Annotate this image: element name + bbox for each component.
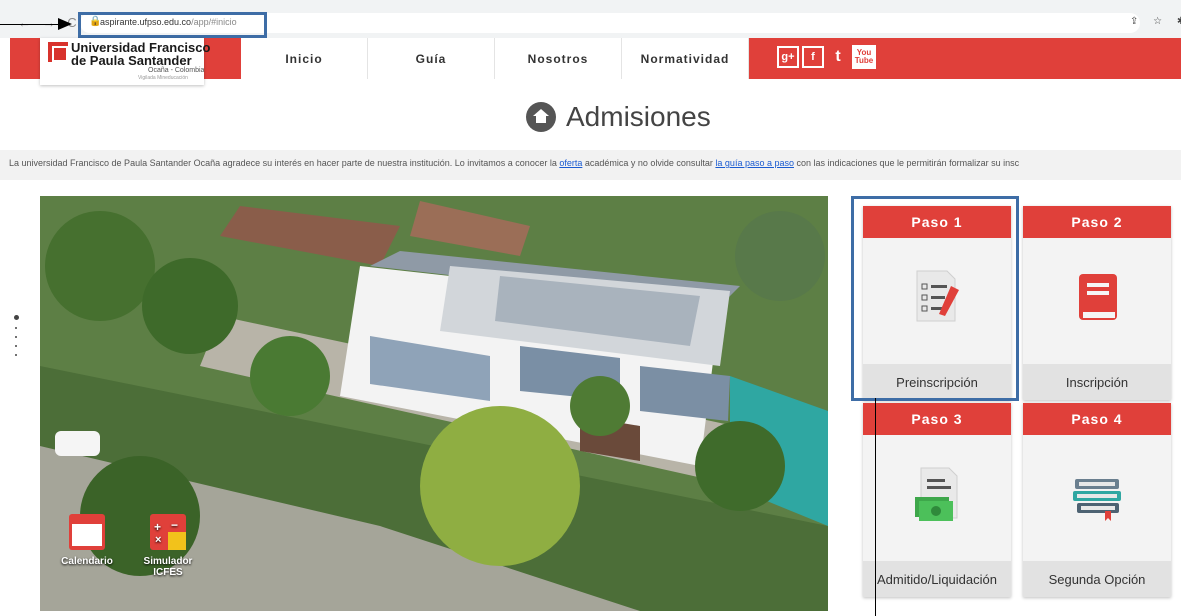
simulador-icfes-shortcut[interactable]: + − × Simulador ICFES (128, 514, 208, 578)
calendar-icon (69, 514, 105, 550)
indicator-dot[interactable] (15, 336, 17, 338)
paso-2-label: Inscripción (1023, 364, 1171, 400)
paso-4-label: Segunda Opción (1023, 561, 1171, 597)
guia-link[interactable]: la guía paso a paso (715, 158, 794, 168)
facebook-icon[interactable]: f (802, 46, 824, 68)
intro-text: La universidad Francisco de Paula Santan… (9, 158, 1019, 168)
simulador-label: Simulador ICFES (143, 556, 193, 578)
calculator-icon: + − × (150, 514, 186, 550)
university-emblem-icon (48, 42, 68, 62)
url-highlight-box (78, 12, 267, 38)
annotation-pointer-line (875, 398, 876, 616)
university-logo[interactable]: Universidad Francisco de Paula Santander… (40, 38, 210, 85)
indicator-dot[interactable] (14, 315, 19, 320)
twitter-icon[interactable]: t (827, 46, 849, 68)
intro-text-2: académica y no olvide consultar (582, 158, 716, 168)
carousel-indicators[interactable] (14, 315, 19, 363)
books-stack-icon (1073, 479, 1121, 521)
calendar-shortcut[interactable]: Calendario (52, 514, 122, 567)
page-title-text: Admisiones (566, 101, 711, 132)
paso-3-label: Admitido/Liquidación (863, 561, 1011, 597)
nav-normatividad[interactable]: Normatividad (622, 38, 749, 79)
payment-document-icon (915, 467, 958, 521)
paso-4-title: Paso 4 (1023, 403, 1171, 435)
logo-line-2: de Paula Santander (71, 53, 192, 68)
annotation-arrowhead (58, 18, 72, 30)
indicator-dot[interactable] (15, 345, 17, 347)
googleplus-icon[interactable]: g+ (777, 46, 799, 68)
book-icon (1079, 274, 1117, 320)
paso-2-title: Paso 2 (1023, 206, 1171, 238)
indicator-dot[interactable] (15, 354, 17, 356)
nav-inicio[interactable]: Inicio (241, 38, 368, 79)
nav-guia[interactable]: Guía (368, 38, 495, 79)
paso-2-card[interactable]: Paso 2 Inscripción (1023, 206, 1171, 400)
paso-3-card[interactable]: Paso 3 Admitido/Liquidación (863, 403, 1011, 597)
annotation-arrow (0, 24, 58, 25)
browser-action-icons[interactable]: ⇪ ☆ ✱ ▢ (1130, 16, 1181, 27)
oferta-link[interactable]: oferta (559, 158, 582, 168)
paso-1-highlight-box (851, 196, 1019, 401)
page-title: Admisiones (526, 97, 711, 137)
youtube-icon[interactable]: You Tube (852, 45, 876, 69)
calendar-label: Calendario (61, 556, 113, 567)
paso-3-title: Paso 3 (863, 403, 1011, 435)
indicator-dot[interactable] (15, 327, 17, 329)
youtube-bottom: Tube (854, 56, 874, 65)
logo-line-4: Vigilada Mineducación (138, 75, 188, 81)
social-links: g+ f t You Tube (777, 42, 876, 72)
nav-nosotros[interactable]: Nosotros (495, 38, 622, 79)
intro-text-3: con las indicaciones que le permitirán f… (793, 158, 1020, 168)
logo-line-3: Ocaña - Colombia (148, 67, 205, 74)
home-icon (526, 102, 556, 132)
intro-text-1: La universidad Francisco de Paula Santan… (9, 158, 560, 168)
paso-4-card[interactable]: Paso 4 Segunda Opción (1023, 403, 1171, 597)
